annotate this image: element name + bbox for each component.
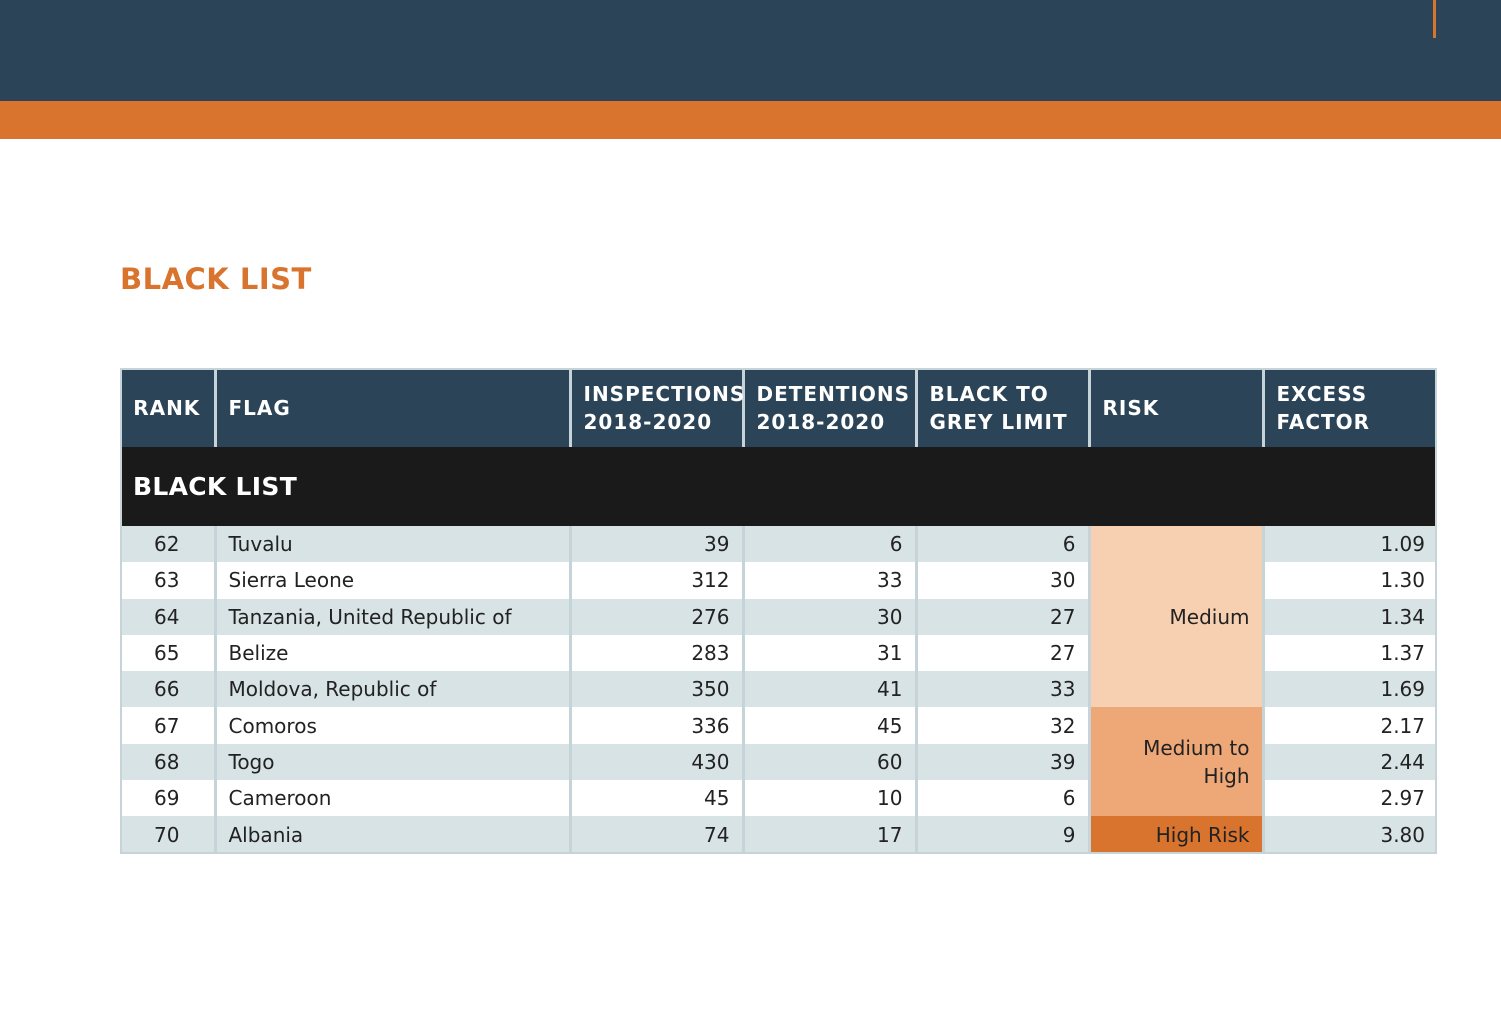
flag-cell: Comoros	[213, 707, 570, 744]
flag-cell: Togo	[213, 743, 570, 781]
limit-cell: 6	[914, 780, 1089, 817]
detentions-cell: 10	[741, 780, 916, 817]
flag-cell: Albania	[213, 816, 570, 853]
limit-cell: 27	[914, 598, 1089, 635]
risk-cell-high: High Risk	[1087, 816, 1263, 853]
header-flag: FLAG	[213, 368, 570, 447]
inspections-cell: 430	[568, 743, 743, 781]
limit-cell: 27	[914, 634, 1089, 672]
risk-label-line-2: High	[1203, 763, 1250, 788]
excess-factor-cell: 3.80	[1261, 816, 1437, 853]
header-risk: RISK	[1087, 368, 1263, 447]
header-inspections: INSPECTIONS 2018-2020	[568, 368, 744, 447]
excess-factor-cell: 2.97	[1261, 780, 1437, 817]
excess-factor-cell: 2.17	[1261, 707, 1437, 744]
risk-label-line-1: Medium to	[1143, 735, 1250, 760]
inspections-cell: 283	[568, 634, 743, 672]
header-accent-tick	[1433, 0, 1436, 38]
limit-cell: 39	[914, 743, 1089, 781]
table-header-row: RANK FLAG INSPECTIONS 2018-2020 DETENTION…	[120, 368, 1437, 447]
table-row: 62 Tuvalu 39 6 6 Medium 1.09	[120, 526, 1437, 708]
rank-cell: 66	[120, 671, 215, 708]
risk-cell-medium: Medium	[1087, 526, 1263, 708]
flag-cell: Tuvalu	[213, 526, 570, 563]
black-list-table: RANK FLAG INSPECTIONS 2018-2020 DETENTION…	[120, 368, 1437, 853]
detentions-cell: 30	[741, 598, 916, 635]
inspections-cell: 45	[568, 780, 743, 817]
rank-cell: 67	[120, 707, 215, 744]
flag-cell: Moldova, Republic of	[213, 671, 570, 708]
inspections-cell: 350	[568, 671, 743, 708]
limit-cell: 32	[914, 707, 1089, 744]
rank-cell: 68	[120, 743, 215, 781]
limit-cell: 33	[914, 671, 1089, 708]
rank-cell: 63	[120, 562, 215, 599]
header-black-to-grey-limit: BLACK TO GREY LIMIT	[914, 368, 1089, 447]
inspections-cell: 336	[568, 707, 743, 744]
detentions-cell: 60	[741, 743, 916, 781]
flag-cell: Sierra Leone	[213, 562, 570, 599]
header-excess-factor: EXCESS FACTOR	[1261, 368, 1437, 447]
rank-cell: 62	[120, 526, 215, 563]
group-label: BLACK LIST	[120, 447, 1437, 526]
limit-cell: 30	[914, 562, 1089, 599]
table-row: 70 Albania 74 17 9 High Risk 3.80	[120, 816, 1437, 853]
header-rank: RANK	[120, 368, 215, 447]
inspections-cell: 312	[568, 562, 743, 599]
inspections-cell: 276	[568, 598, 743, 635]
header-detentions: DETENTIONS 2018-2020	[741, 368, 916, 447]
excess-factor-cell: 1.30	[1261, 562, 1437, 599]
inspections-cell: 39	[568, 526, 743, 563]
header-band	[0, 0, 1501, 101]
detentions-cell: 41	[741, 671, 916, 708]
rank-cell: 70	[120, 816, 215, 853]
page-title: BLACK LIST	[120, 262, 312, 296]
group-row-black-list: BLACK LIST	[120, 447, 1437, 526]
table-row: 67 Comoros 336 45 32 Medium to High 2.17	[120, 707, 1437, 817]
excess-factor-cell: 1.34	[1261, 598, 1437, 635]
detentions-cell: 6	[741, 526, 916, 563]
excess-factor-cell: 1.37	[1261, 634, 1437, 672]
limit-cell: 6	[914, 526, 1089, 563]
flag-cell: Tanzania, United Republic of	[213, 598, 570, 635]
flag-cell: Belize	[213, 634, 570, 672]
detentions-cell: 31	[741, 634, 916, 672]
detentions-cell: 45	[741, 707, 916, 744]
flag-cell: Cameroon	[213, 780, 570, 817]
limit-cell: 9	[914, 816, 1089, 853]
rank-cell: 64	[120, 598, 215, 635]
detentions-cell: 33	[741, 562, 916, 599]
excess-factor-cell: 1.69	[1261, 671, 1437, 708]
inspections-cell: 74	[568, 816, 743, 853]
rank-cell: 69	[120, 780, 215, 817]
orange-accent-band	[0, 101, 1501, 139]
excess-factor-cell: 1.09	[1261, 526, 1437, 563]
excess-factor-cell: 2.44	[1261, 743, 1437, 781]
detentions-cell: 17	[741, 816, 916, 853]
risk-cell-medium-to-high: Medium to High	[1087, 707, 1263, 817]
rank-cell: 65	[120, 634, 215, 672]
